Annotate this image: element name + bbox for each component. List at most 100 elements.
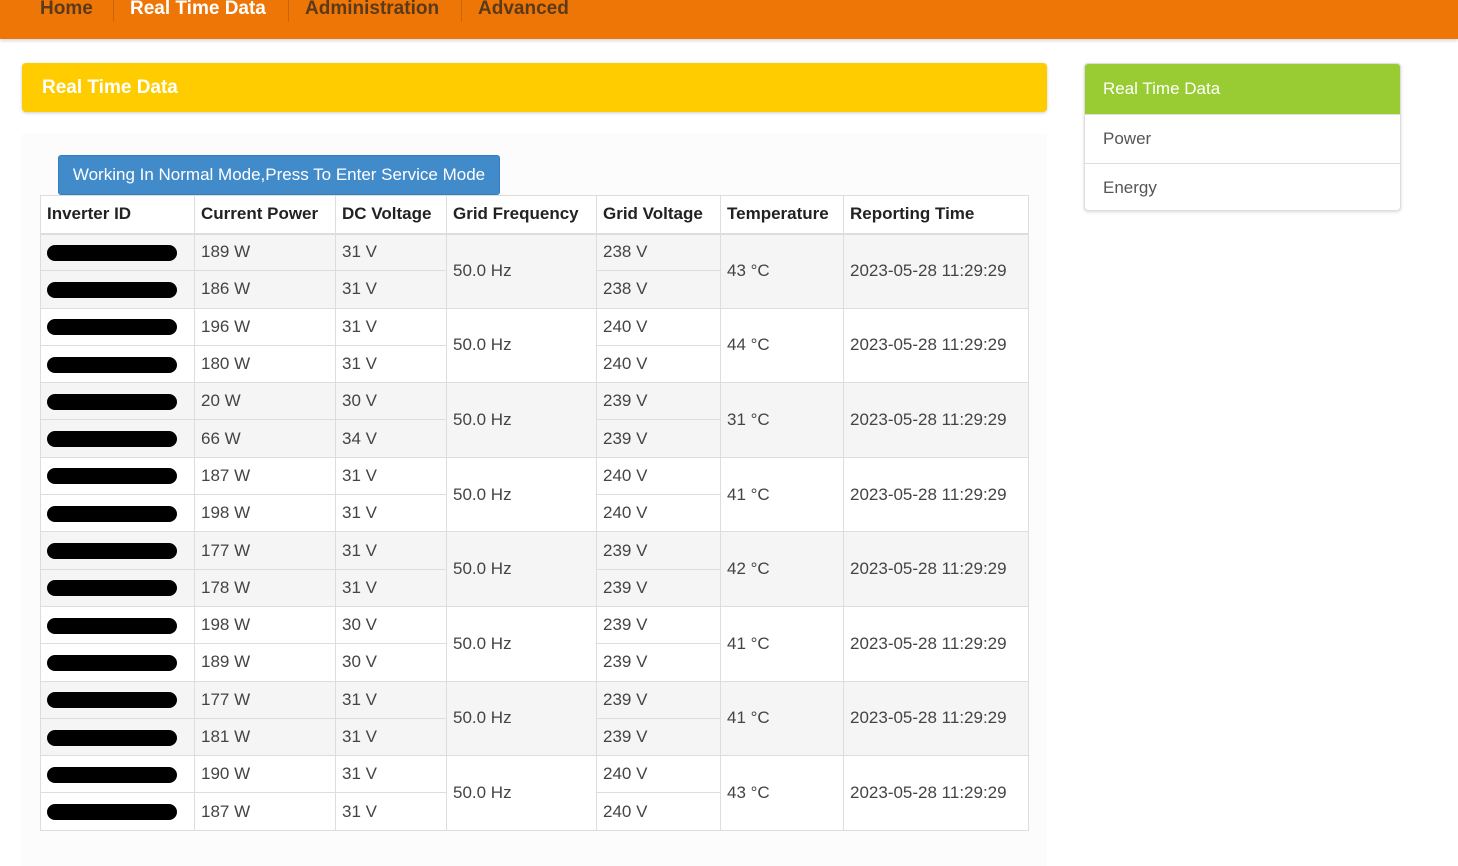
redaction-mark xyxy=(47,729,177,746)
table-body: 189 W 31 V 50.0 Hz 238 V 43 °C 2023-05-28 11:… xyxy=(40,232,1029,831)
cell-dc-voltage: 31 V xyxy=(335,270,447,309)
cell-grid-voltage: 240 V xyxy=(596,307,721,346)
cell-inverter-id-redacted xyxy=(40,307,195,346)
cell-dc-voltage: 30 V xyxy=(335,643,447,682)
redaction-mark xyxy=(47,654,177,671)
table-row: 20 W 30 V 50.0 Hz 239 V 31 °C 2023-05-28 11:2… xyxy=(40,382,1029,458)
cell-current-power: 180 W xyxy=(194,344,336,384)
cell-grid-frequency: 50.0 Hz xyxy=(446,755,597,831)
table-row: 187 W 31 V 50.0 Hz 240 V 41 °C 2023-05-28 11:… xyxy=(40,456,1029,533)
cell-temperature: 41 °C xyxy=(720,456,844,533)
cell-reporting-time: 2023-05-28 11:29:29 xyxy=(843,680,1029,757)
redaction-mark xyxy=(47,543,177,560)
cell-grid-voltage: 239 V xyxy=(596,717,721,757)
cell-grid-voltage: 239 V xyxy=(596,680,721,719)
header-reporting-time: Reporting Time xyxy=(843,195,1029,235)
nav-item-real-time-data[interactable]: Real Time Data xyxy=(130,0,266,22)
cell-inverter-id-redacted xyxy=(40,792,195,831)
cell-grid-voltage: 238 V xyxy=(596,270,721,309)
cell-temperature: 41 °C xyxy=(720,605,844,682)
cell-temperature: 41 °C xyxy=(720,680,844,757)
sidebar-item-power[interactable]: Power xyxy=(1085,114,1400,163)
redaction-mark xyxy=(47,319,177,336)
cell-grid-voltage: 240 V xyxy=(596,456,721,496)
cell-grid-voltage: 239 V xyxy=(596,643,721,682)
table-row: 196 W 31 V 50.0 Hz 240 V 44 °C 2023-05-28 11:… xyxy=(40,307,1029,384)
redaction-mark xyxy=(47,692,177,709)
header-grid-voltage: Grid Voltage xyxy=(596,195,721,235)
table-header-row: Inverter ID Current Power DC Voltage Gri… xyxy=(40,195,1029,235)
cell-inverter-id-redacted xyxy=(40,456,195,496)
cell-current-power: 187 W xyxy=(194,456,336,496)
cell-current-power: 178 W xyxy=(194,568,336,607)
cell-current-power: 181 W xyxy=(194,717,336,757)
sidebar-item-energy[interactable]: Energy xyxy=(1085,163,1400,210)
page-title-bar: Real Time Data xyxy=(22,63,1047,112)
cell-inverter-id-redacted xyxy=(40,494,195,533)
cell-temperature: 43 °C xyxy=(720,233,844,309)
cell-grid-frequency: 50.0 Hz xyxy=(446,307,597,384)
cell-current-power: 189 W xyxy=(194,643,336,682)
cell-current-power: 196 W xyxy=(194,307,336,346)
redaction-mark xyxy=(47,281,177,298)
cell-inverter-id-redacted xyxy=(40,643,195,682)
cell-dc-voltage: 31 V xyxy=(335,232,447,272)
nav-item-administration[interactable]: Administration xyxy=(305,0,439,22)
nav-item-home[interactable]: Home xyxy=(40,0,93,22)
redaction-mark xyxy=(47,356,177,373)
cell-inverter-id-redacted xyxy=(40,717,195,757)
table-row: 189 W 31 V 50.0 Hz 238 V 43 °C 2023-05-28 11:… xyxy=(40,232,1029,309)
cell-current-power: 189 W xyxy=(194,232,336,272)
sidebar-header[interactable]: Real Time Data xyxy=(1085,64,1400,114)
cell-inverter-id-redacted xyxy=(40,605,195,645)
top-navbar: Home Real Time Data Administration Advan… xyxy=(0,0,1458,39)
cell-reporting-time: 2023-05-28 11:29:29 xyxy=(843,531,1029,607)
cell-reporting-time: 2023-05-28 11:29:29 xyxy=(843,233,1029,309)
cell-inverter-id-redacted xyxy=(40,755,195,794)
cell-dc-voltage: 31 V xyxy=(335,755,447,794)
header-grid-frequency: Grid Frequency xyxy=(446,195,597,235)
nav-item-advanced[interactable]: Advanced xyxy=(478,0,569,22)
cell-dc-voltage: 30 V xyxy=(335,605,447,645)
cell-reporting-time: 2023-05-28 11:29:29 xyxy=(843,382,1029,458)
cell-temperature: 44 °C xyxy=(720,307,844,384)
redaction-mark xyxy=(47,766,177,783)
cell-dc-voltage: 30 V xyxy=(335,382,447,421)
cell-current-power: 186 W xyxy=(194,270,336,309)
cell-grid-voltage: 240 V xyxy=(596,344,721,384)
cell-inverter-id-redacted xyxy=(40,270,195,309)
cell-temperature: 42 °C xyxy=(720,531,844,607)
table-row: 198 W 30 V 50.0 Hz 239 V 41 °C 2023-05-28 11:… xyxy=(40,605,1029,682)
cell-grid-frequency: 50.0 Hz xyxy=(446,382,597,458)
cell-current-power: 177 W xyxy=(194,680,336,719)
cell-current-power: 198 W xyxy=(194,605,336,645)
cell-dc-voltage: 34 V xyxy=(335,419,447,458)
cell-reporting-time: 2023-05-28 11:29:29 xyxy=(843,307,1029,384)
table-row: 177 W 31 V 50.0 Hz 239 V 41 °C 2023-05-28 11:… xyxy=(40,680,1029,757)
cell-temperature: 31 °C xyxy=(720,382,844,458)
cell-dc-voltage: 31 V xyxy=(335,717,447,757)
page-title: Real Time Data xyxy=(42,77,178,98)
cell-grid-frequency: 50.0 Hz xyxy=(446,605,597,682)
nav-separator xyxy=(113,0,114,22)
cell-current-power: 190 W xyxy=(194,755,336,794)
service-mode-button[interactable]: Working In Normal Mode,Press To Enter Se… xyxy=(58,155,500,195)
cell-current-power: 66 W xyxy=(194,419,336,458)
cell-grid-voltage: 239 V xyxy=(596,419,721,458)
cell-grid-voltage: 239 V xyxy=(596,382,721,421)
cell-dc-voltage: 31 V xyxy=(335,494,447,533)
header-temperature: Temperature xyxy=(720,195,844,235)
cell-current-power: 177 W xyxy=(194,531,336,570)
redaction-mark xyxy=(47,580,177,597)
cell-grid-frequency: 50.0 Hz xyxy=(446,456,597,533)
cell-grid-frequency: 50.0 Hz xyxy=(446,531,597,607)
cell-grid-voltage: 239 V xyxy=(596,568,721,607)
cell-dc-voltage: 31 V xyxy=(335,568,447,607)
cell-grid-voltage: 239 V xyxy=(596,531,721,570)
cell-inverter-id-redacted xyxy=(40,568,195,607)
cell-dc-voltage: 31 V xyxy=(335,307,447,346)
cell-grid-voltage: 238 V xyxy=(596,232,721,272)
cell-inverter-id-redacted xyxy=(40,232,195,272)
cell-grid-voltage: 240 V xyxy=(596,755,721,794)
cell-inverter-id-redacted xyxy=(40,419,195,458)
